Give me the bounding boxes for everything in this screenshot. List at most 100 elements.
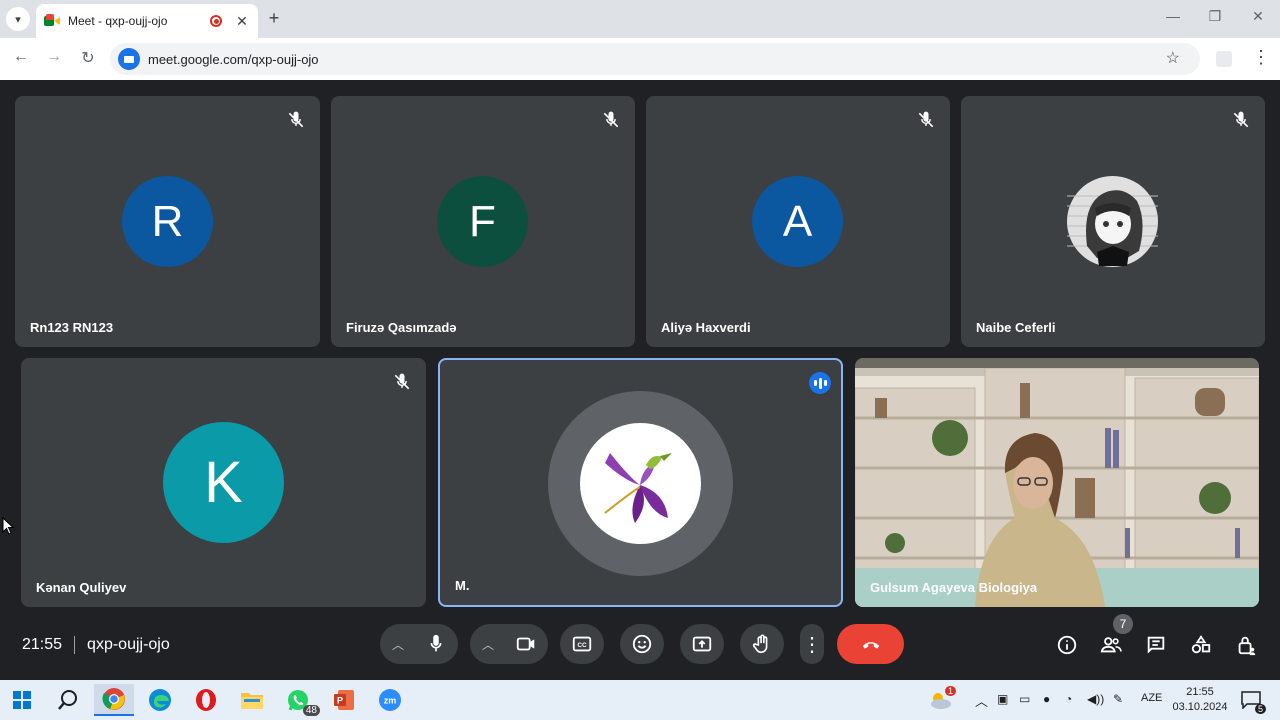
- lock-person-icon: [1238, 636, 1256, 656]
- url-text: meet.google.com/qxp-oujj-ojo: [148, 51, 319, 67]
- bookmark-star-icon[interactable]: ☆: [1166, 48, 1180, 68]
- meeting-time: 21:55: [22, 636, 63, 653]
- participant-name: M.: [455, 578, 470, 593]
- hand-icon: [752, 634, 768, 654]
- mic-off-icon: [394, 373, 410, 390]
- weather-icon[interactable]: 1: [920, 684, 960, 716]
- zoom-taskbar-icon[interactable]: zm: [370, 684, 410, 716]
- mouse-cursor-icon: [2, 517, 14, 535]
- pen-icon[interactable]: ✎: [1113, 692, 1123, 706]
- participant-tile[interactable]: F Firuzə Qasımzadə: [331, 96, 635, 347]
- avatar: F: [437, 176, 528, 267]
- back-arrow-icon[interactable]: ←: [10, 48, 32, 66]
- more-vert-icon: ⋮: [802, 633, 822, 656]
- mic-off-icon: [1233, 111, 1249, 128]
- windows-taskbar: 48 P zm 1 ︿ ▣ ▭ ● ◔ ◀)) ✎ AZE 21:55 03.1…: [0, 680, 1280, 720]
- edge-taskbar-icon[interactable]: [140, 684, 180, 716]
- camera-control-group: ︿: [470, 624, 548, 664]
- taskbar-date: 03.10.2024: [1172, 701, 1228, 713]
- whatsapp-taskbar-icon[interactable]: 48: [278, 684, 320, 716]
- present-screen-icon: [692, 636, 712, 652]
- browser-toolbar: ← → ↻ meet.google.com/qxp-oujj-ojo ☆ ⋮: [0, 38, 1280, 80]
- browser-menu-icon[interactable]: ⋮: [1252, 47, 1270, 68]
- browser-tab-meet[interactable]: Meet - qxp-oujj-ojo ✕: [36, 4, 258, 38]
- new-tab-button[interactable]: +: [264, 8, 284, 29]
- participant-name: Firuzə Qasımzadə: [346, 320, 457, 335]
- meeting-code: qxp-oujj-ojo: [87, 636, 170, 653]
- wifi-icon[interactable]: ◔: [1065, 692, 1072, 706]
- mic-off-icon: [918, 111, 934, 128]
- svg-text:CC: CC: [577, 642, 587, 649]
- recording-indicator-icon: [210, 15, 222, 27]
- tab-close-icon[interactable]: ✕: [234, 13, 250, 30]
- show-hidden-icons-chevron-icon[interactable]: ︿: [975, 691, 988, 710]
- svg-text:P: P: [337, 696, 343, 706]
- speaking-indicator-icon: [809, 372, 831, 394]
- avatar: A: [752, 176, 843, 267]
- meeting-info-button[interactable]: [1054, 632, 1080, 658]
- notification-count-badge: 5: [1254, 704, 1266, 714]
- flower-logo-avatar-picture: [580, 423, 701, 544]
- camera-icon[interactable]: [515, 633, 537, 655]
- opera-taskbar-icon[interactable]: [186, 684, 226, 716]
- chat-icon: [1147, 636, 1165, 654]
- site-info-icon[interactable]: [118, 48, 140, 70]
- present-screen-button[interactable]: [680, 624, 724, 664]
- divider: [74, 636, 76, 654]
- participant-name: Gulsum Agayeva Biologiya: [870, 580, 1038, 595]
- audio-options-chevron-icon[interactable]: ︿: [392, 636, 404, 653]
- reload-icon[interactable]: ↻: [77, 48, 99, 68]
- mic-off-icon: [288, 111, 304, 128]
- notifications-icon[interactable]: 5: [1234, 684, 1268, 716]
- windows-start-icon[interactable]: [2, 684, 42, 716]
- closed-captions-icon: CC: [572, 636, 592, 652]
- battery-icon[interactable]: ▭: [1019, 692, 1030, 706]
- participant-name: Naibe Ceferli: [976, 320, 1056, 335]
- anime-avatar-picture: [1067, 176, 1158, 267]
- input-language[interactable]: AZE: [1141, 692, 1162, 704]
- participant-tile-active-speaker[interactable]: M.: [438, 358, 843, 607]
- meeting-controls-bar: 21:55 qxp-oujj-ojo ︿ ︿ CC ⋮ 7: [0, 612, 1280, 680]
- participant-tile[interactable]: R Rn123 RN123: [15, 96, 320, 347]
- raise-hand-button[interactable]: [740, 624, 784, 664]
- search-icon[interactable]: [48, 684, 88, 716]
- close-window-icon[interactable]: ✕: [1248, 8, 1268, 25]
- participant-tile[interactable]: Naibe Ceferli: [961, 96, 1265, 347]
- chat-button[interactable]: [1143, 632, 1169, 658]
- avatar: R: [122, 176, 213, 267]
- activities-button[interactable]: [1188, 632, 1214, 658]
- mic-off-icon: [603, 111, 619, 128]
- microphone-icon[interactable]: [425, 633, 447, 655]
- participant-tile[interactable]: K Kənan Quliyev: [21, 358, 426, 607]
- reactions-button[interactable]: [620, 624, 664, 664]
- extension-icon[interactable]: [1216, 51, 1232, 67]
- taskbar-clock[interactable]: 21:55 03.10.2024: [1172, 685, 1228, 715]
- people-button[interactable]: [1098, 632, 1124, 658]
- tab-title: Meet - qxp-oujj-ojo: [68, 14, 168, 28]
- chrome-taskbar-icon[interactable]: [94, 684, 134, 716]
- whatsapp-unread-badge: 48: [302, 705, 320, 716]
- captions-button[interactable]: CC: [560, 624, 604, 664]
- address-bar[interactable]: meet.google.com/qxp-oujj-ojo ☆: [110, 43, 1200, 75]
- minimize-window-icon[interactable]: —: [1163, 8, 1183, 24]
- end-call-icon: [862, 642, 879, 649]
- mic-control-group: ︿: [380, 624, 458, 664]
- meet-tray-icon[interactable]: ▣: [997, 692, 1008, 706]
- emoji-icon: [632, 634, 652, 654]
- host-controls-button[interactable]: [1233, 632, 1259, 658]
- participant-video-tile[interactable]: Gulsum Agayeva Biologiya: [855, 358, 1259, 607]
- participant-count-badge: 7: [1113, 614, 1133, 634]
- file-explorer-taskbar-icon[interactable]: [232, 684, 272, 716]
- microphone-tray-icon[interactable]: ●: [1043, 692, 1050, 706]
- volume-icon[interactable]: ◀)): [1087, 692, 1104, 706]
- participant-tile[interactable]: A Aliyə Haxverdi: [646, 96, 950, 347]
- info-icon: [1057, 635, 1077, 655]
- video-options-chevron-icon[interactable]: ︿: [482, 636, 494, 653]
- restore-window-icon[interactable]: ❐: [1205, 8, 1225, 25]
- leave-call-button[interactable]: [837, 624, 904, 664]
- tab-search-button[interactable]: ▾: [6, 7, 30, 31]
- more-options-button[interactable]: ⋮: [800, 624, 824, 664]
- google-meet-favicon-icon: [44, 14, 60, 28]
- powerpoint-taskbar-icon[interactable]: P: [324, 684, 364, 716]
- forward-arrow-icon[interactable]: →: [43, 48, 65, 66]
